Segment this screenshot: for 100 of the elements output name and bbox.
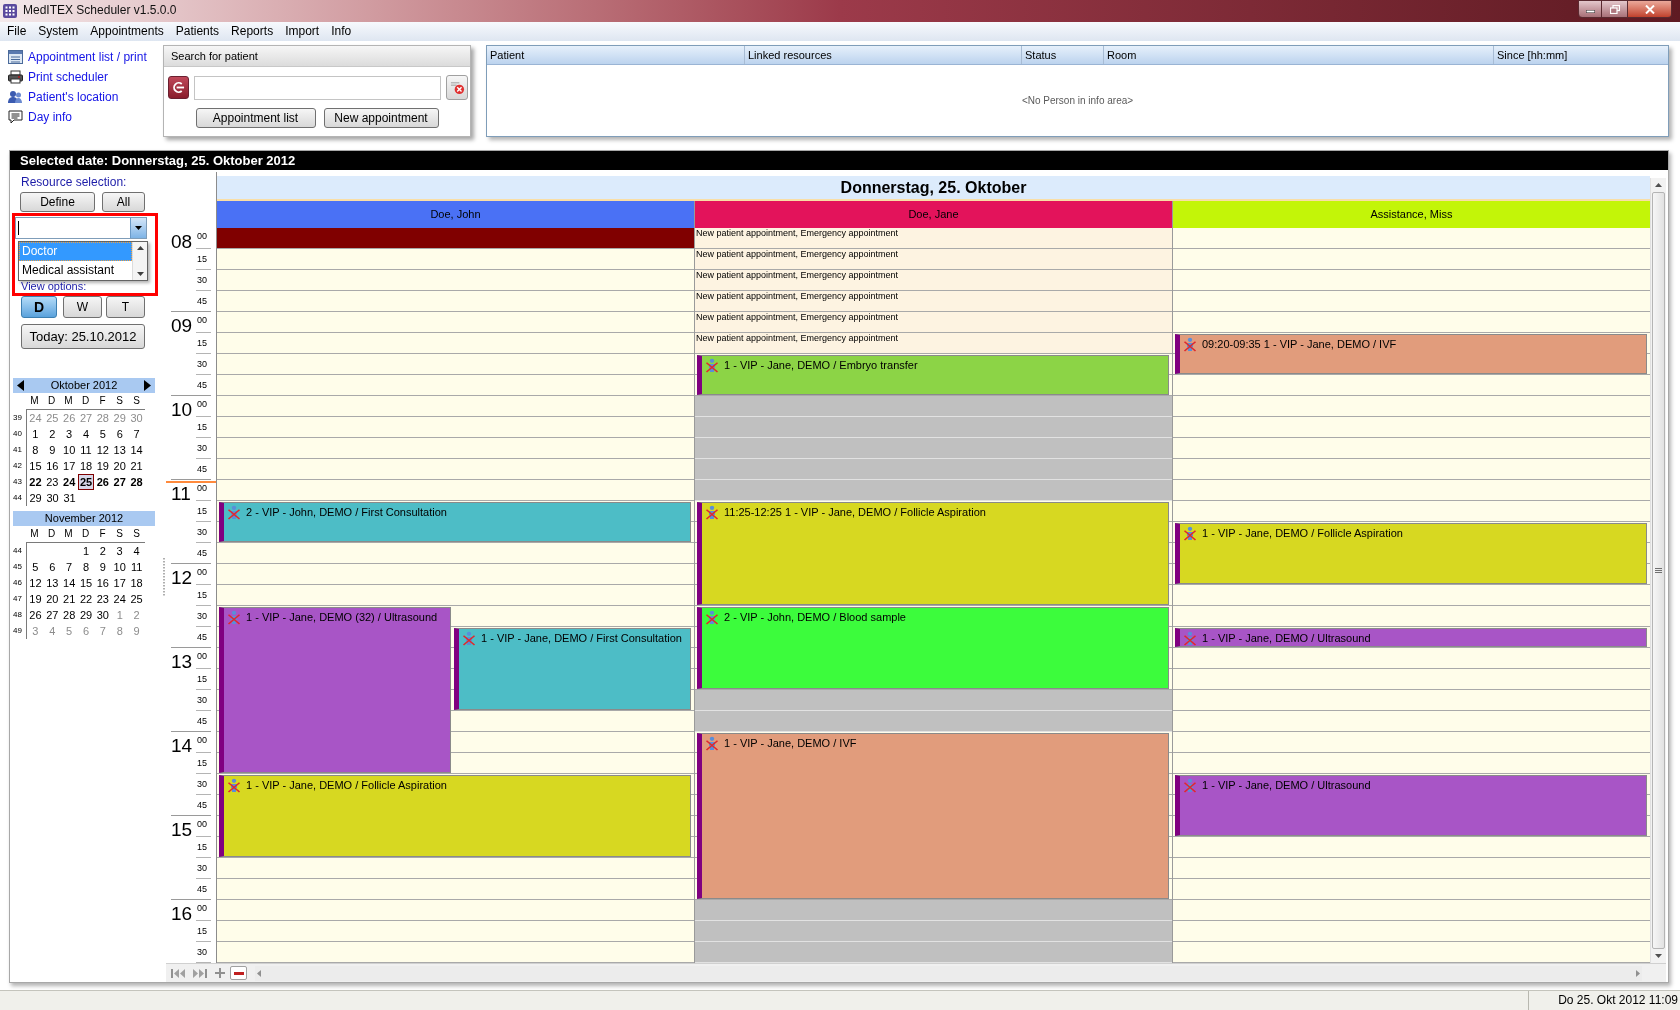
- calendar-day[interactable]: 1: [77, 543, 95, 559]
- calendar-day[interactable]: 5: [27, 559, 44, 575]
- calendar-day[interactable]: 28: [60, 607, 78, 623]
- quick-link[interactable]: Appointment list / print: [8, 47, 147, 67]
- calendar-day[interactable]: 11: [128, 559, 145, 575]
- calendar-day[interactable]: 19: [27, 591, 44, 607]
- calendar-day[interactable]: 9: [94, 559, 112, 575]
- appointment-card[interactable]: 09:20-09:35 1 - VIP - Jane, DEMO / IVF: [1175, 334, 1647, 374]
- calendar-day[interactable]: 24: [60, 474, 78, 490]
- note-slot[interactable]: New patient appointment, Emergency appointment: [695, 228, 1172, 249]
- note-slot[interactable]: New patient appointment, Emergency appointment: [695, 270, 1172, 291]
- search-action-button[interactable]: New appointment: [323, 108, 439, 128]
- remove-button[interactable]: [230, 966, 247, 980]
- calendar-day[interactable]: 5: [60, 623, 78, 639]
- scroll-up-icon[interactable]: [1655, 183, 1662, 187]
- column-header[interactable]: Patient: [487, 46, 745, 64]
- appointment-card[interactable]: 1 - VIP - Jane, DEMO / Embryo transfer: [697, 355, 1169, 395]
- calendar-day[interactable]: 29: [27, 490, 44, 506]
- calendar-day[interactable]: 7: [128, 426, 145, 442]
- calendar-day[interactable]: 10: [111, 559, 129, 575]
- calendar-day[interactable]: 3: [111, 543, 129, 559]
- calendar-day[interactable]: 13: [111, 442, 129, 458]
- calendar-day[interactable]: 11: [77, 442, 95, 458]
- calendar-day[interactable]: 28: [128, 474, 145, 490]
- calendar-day[interactable]: 21: [128, 458, 145, 474]
- calendar-day[interactable]: 2: [128, 607, 145, 623]
- calendar-day[interactable]: 6: [111, 426, 129, 442]
- appointment-card[interactable]: 1 - VIP - Jane, DEMO / Follicle Aspiration: [219, 775, 691, 857]
- calendar-day[interactable]: 10: [60, 442, 78, 458]
- calendar-day[interactable]: 20: [111, 458, 129, 474]
- resource-header[interactable]: Assistance, Miss: [1173, 201, 1650, 228]
- calendar-day[interactable]: 6: [77, 623, 95, 639]
- scroll-down-icon[interactable]: [1655, 954, 1662, 958]
- appointment-card[interactable]: 11:25-12:25 1 - VIP - Jane, DEMO / Follicle Aspiration: [697, 502, 1169, 605]
- blocked-slot[interactable]: [695, 480, 1172, 501]
- menu-item[interactable]: File: [1, 22, 33, 41]
- menu-item[interactable]: Reports: [225, 22, 280, 41]
- scroll-up-icon[interactable]: [136, 246, 144, 250]
- calendar-day[interactable]: 29: [111, 410, 129, 426]
- menu-item[interactable]: Patients: [169, 22, 226, 41]
- calendar-day[interactable]: 26: [94, 474, 112, 490]
- calendar-day[interactable]: 7: [94, 623, 112, 639]
- plus-icon[interactable]: [215, 968, 225, 978]
- calendar-day[interactable]: 6: [43, 559, 61, 575]
- clear-search-button[interactable]: [446, 75, 468, 100]
- calendar-day[interactable]: 2: [94, 543, 112, 559]
- quick-link[interactable]: Day info: [8, 107, 73, 127]
- last-page-icon[interactable]: [193, 967, 207, 979]
- note-slot[interactable]: New patient appointment, Emergency appointment: [695, 333, 1172, 354]
- calendar-day[interactable]: 15: [77, 575, 95, 591]
- horizontal-scrollbar[interactable]: [255, 965, 1642, 981]
- calendar-day[interactable]: 5: [94, 426, 112, 442]
- note-slot[interactable]: New patient appointment, Emergency appointment: [695, 249, 1172, 270]
- calendar-day[interactable]: 19: [94, 458, 112, 474]
- search-field[interactable]: [194, 75, 441, 100]
- blocked-slot[interactable]: [695, 900, 1172, 921]
- calendar-day[interactable]: 8: [111, 623, 129, 639]
- view-mode-button[interactable]: D: [21, 296, 57, 318]
- column-header[interactable]: Linked resources: [745, 46, 1022, 64]
- calendar-day[interactable]: 17: [111, 575, 129, 591]
- appointment-card[interactable]: 1 - VIP - Jane, DEMO / Follicle Aspiration: [1175, 523, 1647, 584]
- blocked-slot[interactable]: [695, 690, 1172, 711]
- column-header[interactable]: Room: [1104, 46, 1494, 64]
- calendar-day[interactable]: 12: [94, 442, 112, 458]
- calendar-day[interactable]: 30: [44, 490, 61, 506]
- view-mode-button[interactable]: W: [63, 296, 102, 318]
- scroll-left-icon[interactable]: [257, 969, 261, 977]
- calendar-day[interactable]: 28: [94, 410, 112, 426]
- dropdown-button[interactable]: [130, 218, 146, 238]
- appointment-card[interactable]: 2 - VIP - John, DEMO / First Consultation: [219, 502, 691, 542]
- close-button[interactable]: [1628, 0, 1672, 18]
- blocked-slot[interactable]: [695, 942, 1172, 963]
- scroll-down-icon[interactable]: [136, 272, 144, 276]
- calendar-day[interactable]: 18: [77, 458, 95, 474]
- patient-lookup-button[interactable]: [168, 76, 189, 99]
- appointment-card[interactable]: 2 - VIP - John, DEMO / Blood sample: [697, 607, 1169, 689]
- view-mode-button[interactable]: T: [106, 296, 145, 318]
- calendar-day[interactable]: 23: [43, 474, 61, 490]
- calendar-day[interactable]: 22: [77, 591, 95, 607]
- menu-item[interactable]: Import: [279, 22, 326, 41]
- right-arrow-icon[interactable]: [144, 380, 151, 391]
- calendar-day[interactable]: 27: [111, 474, 129, 490]
- dropdown-option[interactable]: Medical assistant: [19, 261, 132, 280]
- menu-item[interactable]: Appointments: [84, 22, 170, 41]
- calendar-day[interactable]: 9: [128, 623, 145, 639]
- calendar-day[interactable]: 3: [60, 426, 78, 442]
- appointment-card[interactable]: 1 - VIP - Jane, DEMO / IVF: [697, 733, 1169, 899]
- left-arrow-icon[interactable]: [17, 380, 24, 391]
- calendar-day[interactable]: 12: [27, 575, 44, 591]
- calendar-day[interactable]: 17: [60, 458, 78, 474]
- appointment-card[interactable]: 1 - VIP - Jane, DEMO / First Consultation: [454, 628, 691, 710]
- calendar-day[interactable]: 30: [128, 410, 145, 426]
- note-slot[interactable]: New patient appointment, Emergency appointment: [695, 291, 1172, 312]
- resource-header[interactable]: Doe, Jane: [695, 201, 1172, 228]
- calendar-day[interactable]: 14: [60, 575, 78, 591]
- calendar-day[interactable]: 14: [128, 442, 145, 458]
- calendar-day[interactable]: 1: [111, 607, 129, 623]
- column-header[interactable]: Status: [1022, 46, 1104, 64]
- calendar-day[interactable]: 22: [27, 474, 44, 490]
- calendar-day[interactable]: 24: [111, 591, 129, 607]
